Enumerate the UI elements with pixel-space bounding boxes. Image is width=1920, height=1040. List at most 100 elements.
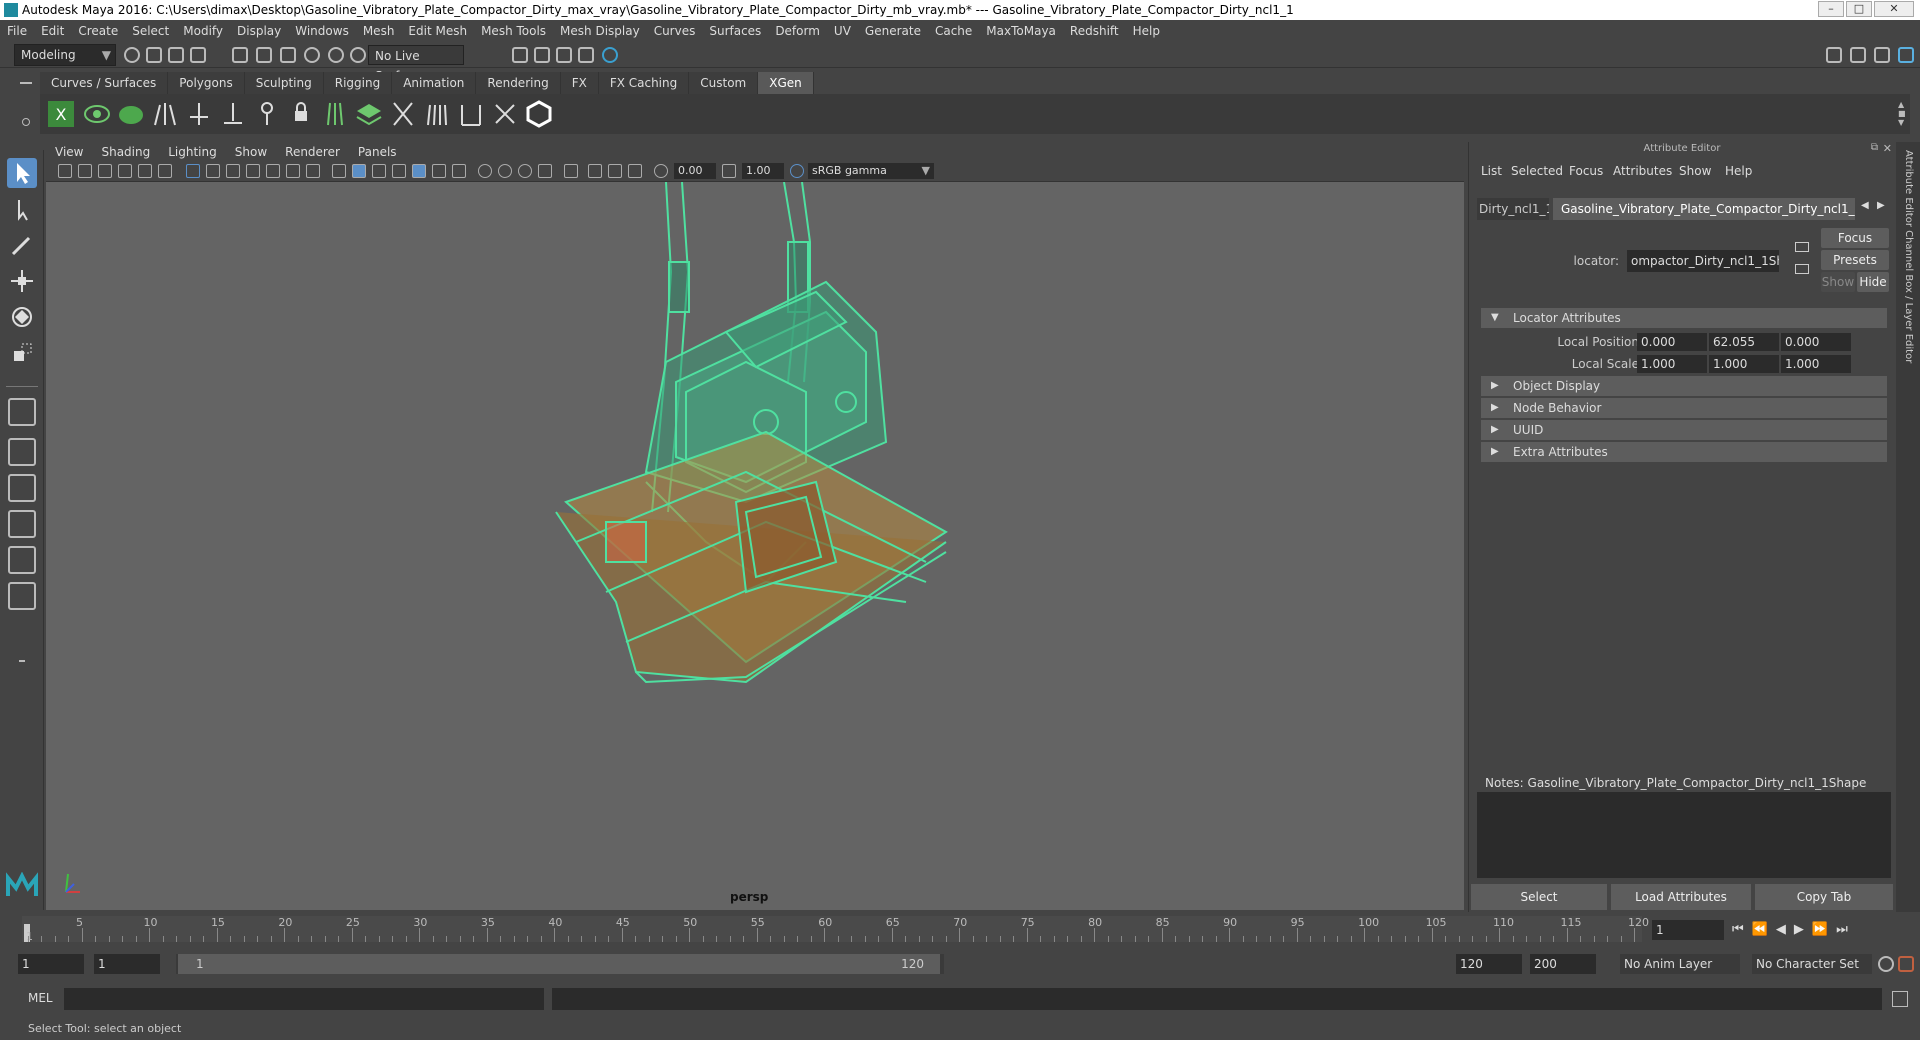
script-editor-icon[interactable]	[1892, 991, 1908, 1007]
layers-icon[interactable]	[354, 99, 384, 129]
ae-menu-attributes[interactable]: Attributes	[1613, 164, 1672, 178]
xgen-clear-icon[interactable]	[116, 99, 146, 129]
current-frame-field[interactable]: 1	[1652, 920, 1724, 940]
toolbox-more-icon[interactable]	[19, 660, 25, 662]
maximize-button[interactable]: □	[1846, 1, 1872, 17]
modeling-toolkit-icon[interactable]	[1826, 47, 1842, 63]
range-slider[interactable]: 1 120	[176, 954, 944, 974]
time-slider-track[interactable]: 1 5 10 15 20 25 30 35 40 45 50 55 60 65 70 75 80 85 90 95 1…	[22, 916, 1649, 943]
ae-menu-list[interactable]: List	[1481, 164, 1502, 178]
shelf-scroll-icon[interactable]: ▲ ■ ▼	[1898, 100, 1906, 128]
xray-icon[interactable]	[412, 164, 426, 178]
viewport-persp[interactable]: persp	[46, 182, 1464, 910]
select-object-icon[interactable]	[256, 47, 272, 63]
snap-grid-icon[interactable]	[304, 47, 320, 63]
image-plane-icon[interactable]	[118, 164, 132, 178]
shelf-menu-icon[interactable]	[20, 82, 32, 84]
range-slider-handle[interactable]: 1 120	[178, 954, 940, 974]
film-gate-icon[interactable]	[206, 164, 220, 178]
menu-curves[interactable]: Curves	[647, 20, 703, 42]
tab-animation[interactable]: Animation	[392, 72, 477, 94]
guide-to-curve-icon[interactable]	[320, 99, 350, 129]
exposure-icon[interactable]	[654, 164, 668, 178]
comb-guides-icon[interactable]	[422, 99, 452, 129]
render-view-icon[interactable]	[534, 47, 550, 63]
attribute-editor-toggle-icon[interactable]	[1850, 47, 1866, 63]
gate-mask-icon[interactable]	[246, 164, 260, 178]
tab-custom[interactable]: Custom	[689, 72, 759, 94]
field-chart-icon[interactable]	[266, 164, 280, 178]
render-settings-icon[interactable]	[512, 47, 528, 63]
viewport-menu-view[interactable]: View	[46, 142, 92, 162]
tab-fx[interactable]: FX	[560, 72, 599, 94]
time-slider[interactable]: 1 5 10 15 20 25 30 35 40 45 50 55 60 65 70 75 80 85 90 95 1…	[0, 912, 1920, 946]
locator-name-field[interactable]: ompactor_Dirty_ncl1_1Shape	[1627, 250, 1779, 272]
tab-xgen[interactable]: XGen	[758, 72, 814, 94]
local-scale-y-field[interactable]: 1.000	[1709, 355, 1779, 373]
channel-box-icon[interactable]	[1898, 47, 1914, 63]
section-object-display[interactable]: ▶ Object Display	[1481, 376, 1887, 396]
rebuild-guide-icon[interactable]	[252, 99, 282, 129]
section-node-behavior[interactable]: ▶ Node Behavior	[1481, 398, 1887, 418]
scale-tool-icon[interactable]	[7, 338, 37, 368]
wireframe-icon[interactable]	[332, 164, 346, 178]
xgen-delete-icon[interactable]	[490, 99, 520, 129]
menu-deform[interactable]: Deform	[768, 20, 827, 42]
viewport-menu-show[interactable]: Show	[226, 142, 276, 162]
end-frame-field[interactable]: 200	[1530, 954, 1596, 974]
lasso-tool-icon[interactable]	[7, 194, 37, 224]
menu-mesh[interactable]: Mesh	[356, 20, 402, 42]
close-button[interactable]: ✕	[1874, 1, 1914, 17]
show-button[interactable]: Show	[1821, 272, 1855, 292]
tab-sculpting[interactable]: Sculpting	[244, 72, 324, 94]
move-guide-icon[interactable]	[218, 99, 248, 129]
camera-attributes-icon[interactable]	[78, 164, 92, 178]
single-view-icon[interactable]	[8, 398, 36, 426]
ae-menu-focus[interactable]: Focus	[1569, 164, 1603, 178]
render-icon[interactable]	[556, 47, 572, 63]
live-surface-field[interactable]: No Live Surface	[368, 45, 464, 83]
focus-button[interactable]: Focus	[1821, 228, 1889, 248]
tab-curves-surfaces[interactable]: Curves / Surfaces	[40, 72, 169, 94]
menu-generate[interactable]: Generate	[858, 20, 928, 42]
wireframe-on-shaded-icon[interactable]	[392, 164, 406, 178]
tab-polygons[interactable]: Polygons	[168, 72, 245, 94]
menu-uv[interactable]: UV	[827, 20, 858, 42]
select-component-icon[interactable]	[280, 47, 296, 63]
minimize-button[interactable]: –	[1818, 1, 1844, 17]
presets-button[interactable]: Presets	[1821, 250, 1889, 270]
xray-active-icon[interactable]	[588, 164, 602, 178]
playback-end-field[interactable]: 120	[1456, 954, 1522, 974]
menu-display[interactable]: Display	[230, 20, 288, 42]
menu-maxtomaya[interactable]: MaxToMaya	[979, 20, 1063, 42]
copy-tab-button[interactable]: Copy Tab	[1755, 884, 1893, 910]
notes-textarea[interactable]	[1477, 792, 1891, 878]
local-position-z-field[interactable]: 0.000	[1781, 333, 1851, 351]
menu-create[interactable]: Create	[71, 20, 125, 42]
side-tab-label[interactable]: Attribute Editor Channel Box / Layer Edi…	[1903, 150, 1914, 363]
safe-action-icon[interactable]	[286, 164, 300, 178]
sculpt-guides-icon[interactable]	[388, 99, 418, 129]
menu-mesh-display[interactable]: Mesh Display	[553, 20, 647, 42]
local-scale-x-field[interactable]: 1.000	[1637, 355, 1707, 373]
tab-rigging[interactable]: Rigging	[323, 72, 393, 94]
xray-components-icon[interactable]	[452, 164, 466, 178]
menu-windows[interactable]: Windows	[288, 20, 356, 42]
local-position-x-field[interactable]: 0.000	[1637, 333, 1707, 351]
tab-rendering[interactable]: Rendering	[476, 72, 561, 94]
select-hierarchy-icon[interactable]	[232, 47, 248, 63]
select-button[interactable]: Select	[1471, 884, 1607, 910]
menu-edit[interactable]: Edit	[34, 20, 71, 42]
xgen-icon[interactable]: X	[46, 99, 76, 129]
smooth-shade-icon[interactable]	[352, 164, 366, 178]
playback-controls[interactable]: ⏮⏪◀︎▶︎⏩⏭	[1732, 922, 1856, 937]
focus-node-icon[interactable]	[1795, 242, 1809, 252]
gamma-icon[interactable]	[722, 164, 736, 178]
persp-graph-icon[interactable]	[8, 546, 36, 574]
section-uuid[interactable]: ▶ UUID	[1481, 420, 1887, 440]
tab-scroll-left-icon[interactable]: ◀	[1861, 200, 1869, 211]
xray-joints-icon[interactable]	[432, 164, 446, 178]
persp-outliner-icon[interactable]	[8, 510, 36, 538]
safe-title-icon[interactable]	[306, 164, 320, 178]
isolate-select-icon[interactable]	[564, 164, 578, 178]
